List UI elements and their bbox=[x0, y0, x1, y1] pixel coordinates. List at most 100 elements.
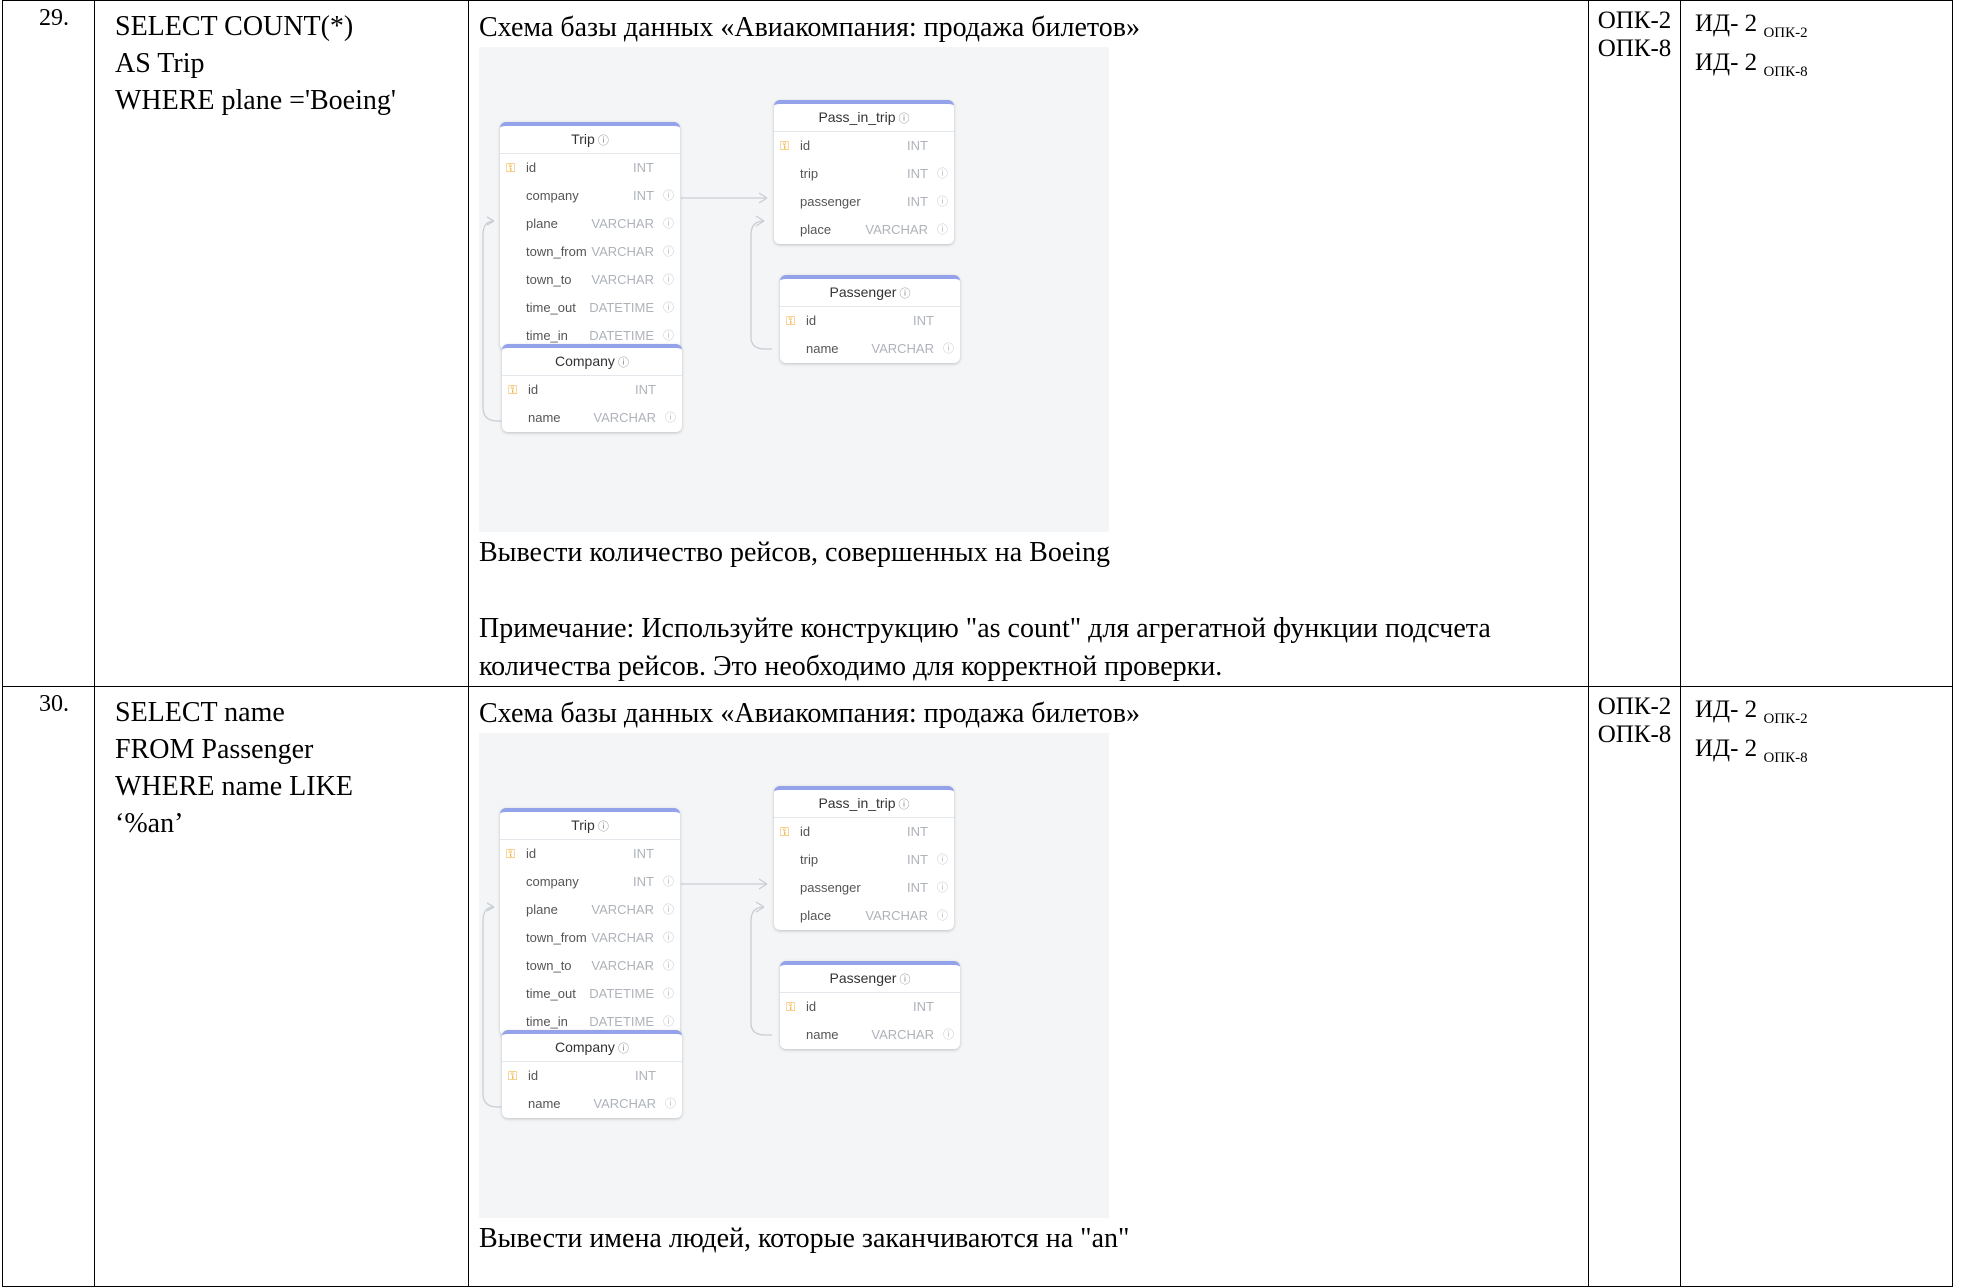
column-row: town_from VARCHAR ⓘ bbox=[500, 924, 680, 952]
column-name: id bbox=[806, 999, 817, 1014]
info-icon: ⓘ bbox=[937, 910, 948, 922]
competency-code: ОПК-8 bbox=[1597, 35, 1672, 62]
column-name: id bbox=[526, 846, 537, 861]
task-cell: Схема базы данных «Авиакомпания: продажа… bbox=[468, 686, 1589, 1287]
column-name: passenger bbox=[800, 880, 861, 895]
key-icon: ⚿ bbox=[508, 383, 518, 397]
column-type: VARCHAR bbox=[871, 1027, 934, 1042]
er-diagram: Trip ⓘ ⚿ id INT company INT ⓘ plane VARCHAR ⓘ town… bbox=[479, 47, 1109, 532]
help-icon: ⓘ bbox=[895, 113, 910, 125]
competencies: ОПК-2 ОПК-8 bbox=[1588, 686, 1681, 1287]
info-icon: ⓘ bbox=[937, 224, 948, 236]
table-name: Pass_in_trip ⓘ bbox=[774, 104, 954, 132]
column-type: VARCHAR bbox=[865, 908, 928, 923]
column-name: passenger bbox=[800, 194, 861, 209]
column-type: VARCHAR bbox=[591, 216, 654, 231]
table-name: Company ⓘ bbox=[502, 1034, 682, 1062]
column-type: DATETIME bbox=[589, 300, 654, 315]
info-icon: ⓘ bbox=[663, 988, 674, 1000]
competency-code: ОПК-2 bbox=[1597, 7, 1672, 34]
help-icon: ⓘ bbox=[896, 974, 911, 986]
column-type: INT bbox=[913, 999, 934, 1014]
competency-code: ОПК-8 bbox=[1597, 721, 1672, 748]
column-row: name VARCHAR ⓘ bbox=[502, 1090, 682, 1118]
info-icon: ⓘ bbox=[665, 1098, 676, 1110]
column-row: ⚿ id INT bbox=[500, 154, 680, 182]
info-icon: ⓘ bbox=[663, 274, 674, 286]
table-name: Company ⓘ bbox=[502, 348, 682, 376]
task-note: Примечание: Используйте конструкцию "as … bbox=[479, 613, 1491, 682]
column-name: town_to bbox=[526, 958, 572, 973]
column-name: id bbox=[528, 1068, 539, 1083]
table-trip: Trip ⓘ ⚿ id INT company INT ⓘ plane VARCHAR ⓘ town… bbox=[500, 808, 680, 1036]
info-icon: ⓘ bbox=[663, 960, 674, 972]
info-icon: ⓘ bbox=[663, 904, 674, 916]
column-type: INT bbox=[907, 852, 928, 867]
sql-answer: SELECT name FROM Passenger WHERE name LI… bbox=[94, 686, 469, 1287]
indicator: ИД- 2 ОПК-8 bbox=[1695, 735, 1808, 766]
column-row: passenger INT ⓘ bbox=[774, 188, 954, 216]
key-icon: ⚿ bbox=[506, 161, 516, 175]
key-icon: ⚿ bbox=[786, 1000, 796, 1014]
column-type: VARCHAR bbox=[593, 1096, 656, 1111]
table-company: Company ⓘ ⚿ id INT name VARCHAR ⓘ bbox=[502, 344, 682, 432]
column-type: INT bbox=[633, 160, 654, 175]
key-icon: ⚿ bbox=[508, 1069, 518, 1083]
info-icon: ⓘ bbox=[663, 876, 674, 888]
table-passenger: Passenger ⓘ ⚿ id INT name VARCHAR ⓘ bbox=[780, 961, 960, 1049]
column-type: VARCHAR bbox=[865, 222, 928, 237]
table-name: Trip ⓘ bbox=[500, 126, 680, 154]
column-row: time_out DATETIME ⓘ bbox=[500, 980, 680, 1008]
column-type: INT bbox=[633, 846, 654, 861]
column-name: name bbox=[806, 341, 839, 356]
table-name: Trip ⓘ bbox=[500, 812, 680, 840]
indicators: ИД- 2 ОПК-2 ИД- 2 ОПК-8 bbox=[1680, 0, 1953, 687]
task-text: Вывести количество рейсов, совершенных н… bbox=[479, 537, 1111, 568]
column-row: company INT ⓘ bbox=[500, 182, 680, 210]
info-icon: ⓘ bbox=[943, 1029, 954, 1041]
column-type: INT bbox=[907, 138, 928, 153]
task-text: Вывести имена людей, которые заканчивают… bbox=[479, 1223, 1130, 1254]
help-icon: ⓘ bbox=[614, 357, 629, 369]
info-icon: ⓘ bbox=[665, 412, 676, 424]
column-name: trip bbox=[800, 166, 819, 181]
column-row: name VARCHAR ⓘ bbox=[502, 404, 682, 432]
column-type: INT bbox=[907, 880, 928, 895]
table-row: 30. SELECT name FROM Passenger WHERE nam… bbox=[2, 686, 1953, 1287]
row-number: 29. bbox=[2, 0, 95, 687]
help-icon: ⓘ bbox=[594, 821, 609, 833]
column-name: plane bbox=[526, 902, 558, 917]
column-name: trip bbox=[800, 852, 819, 867]
column-type: INT bbox=[907, 194, 928, 209]
column-name: town_from bbox=[526, 930, 587, 945]
schema-caption: Схема базы данных «Авиакомпания: продажа… bbox=[479, 698, 1140, 729]
column-type: INT bbox=[633, 188, 654, 203]
column-name: id bbox=[806, 313, 817, 328]
table-name: Pass_in_trip ⓘ bbox=[774, 790, 954, 818]
column-type: INT bbox=[633, 874, 654, 889]
column-row: company INT ⓘ bbox=[500, 868, 680, 896]
info-icon: ⓘ bbox=[663, 190, 674, 202]
competencies: ОПК-2 ОПК-8 bbox=[1588, 0, 1681, 687]
er-diagram: Trip ⓘ ⚿ id INT company INT ⓘ plane VARCHAR ⓘ town… bbox=[479, 733, 1109, 1218]
column-name: company bbox=[526, 188, 579, 203]
info-icon: ⓘ bbox=[937, 196, 948, 208]
column-row: ⚿ id INT bbox=[780, 307, 960, 335]
help-icon: ⓘ bbox=[895, 799, 910, 811]
column-type: VARCHAR bbox=[591, 272, 654, 287]
column-name: town_to bbox=[526, 272, 572, 287]
column-name: name bbox=[806, 1027, 839, 1042]
table-trip: Trip ⓘ ⚿ id INT company INT ⓘ plane VARCHAR ⓘ town… bbox=[500, 122, 680, 350]
column-type: VARCHAR bbox=[591, 244, 654, 259]
column-name: plane bbox=[526, 216, 558, 231]
column-name: town_from bbox=[526, 244, 587, 259]
task-cell: Схема базы данных «Авиакомпания: продажа… bbox=[468, 0, 1589, 687]
table-passenger: Passenger ⓘ ⚿ id INT name VARCHAR ⓘ bbox=[780, 275, 960, 363]
table-company: Company ⓘ ⚿ id INT name VARCHAR ⓘ bbox=[502, 1030, 682, 1118]
info-icon: ⓘ bbox=[937, 854, 948, 866]
column-name: name bbox=[528, 410, 561, 425]
column-name: id bbox=[800, 824, 811, 839]
column-row: passenger INT ⓘ bbox=[774, 874, 954, 902]
column-type: INT bbox=[907, 166, 928, 181]
column-row: trip INT ⓘ bbox=[774, 846, 954, 874]
